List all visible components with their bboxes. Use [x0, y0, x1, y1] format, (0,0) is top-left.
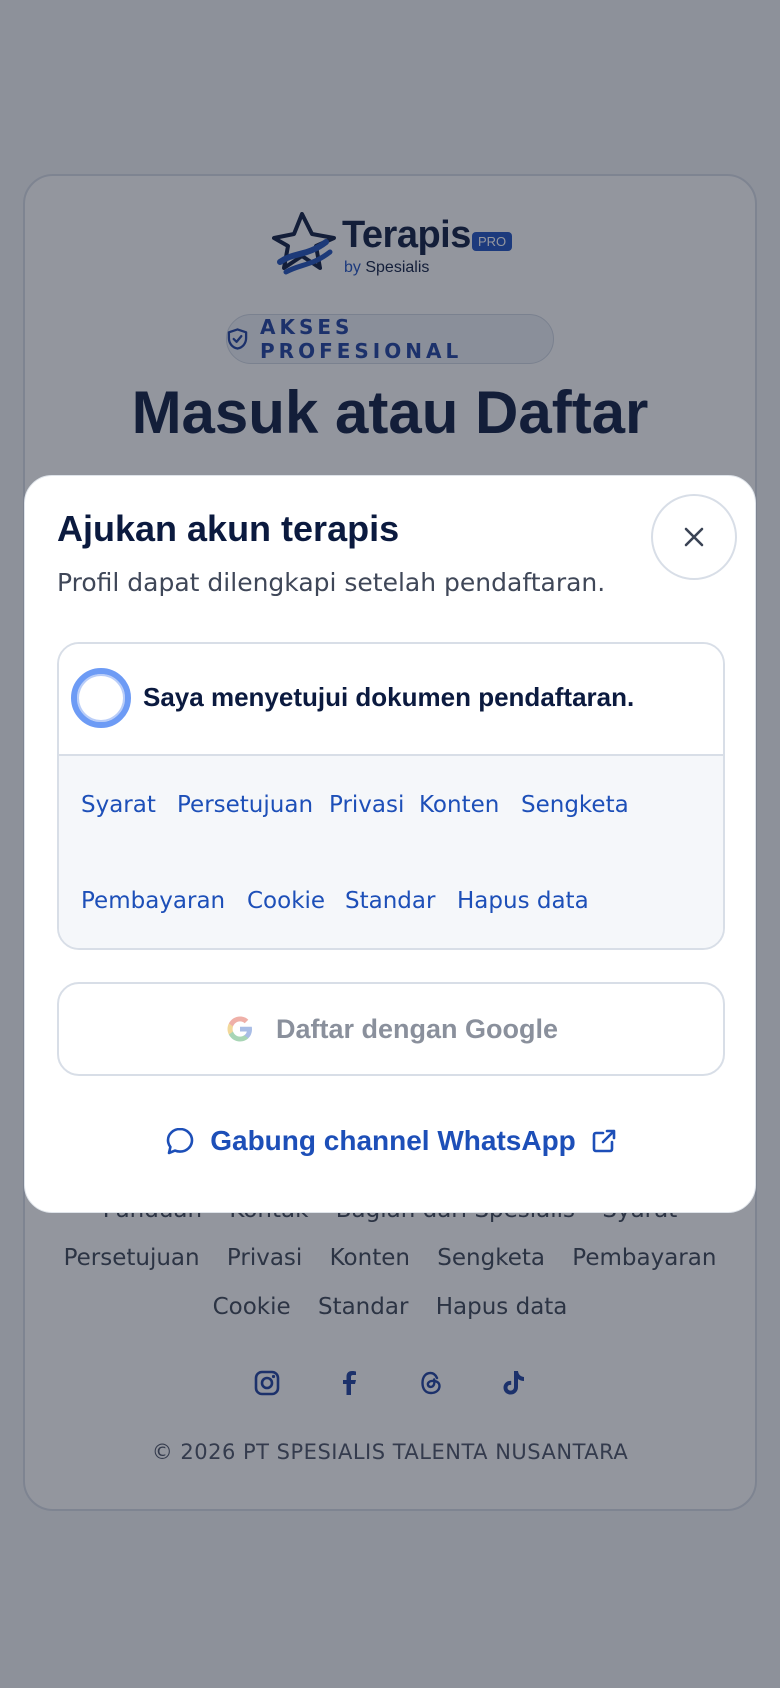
- consent-checkbox-row[interactable]: Saya menyetujui dokumen pendaftaran.: [59, 644, 723, 756]
- document-link-hapus-data[interactable]: Hapus data: [457, 888, 589, 914]
- close-button[interactable]: [651, 494, 737, 580]
- consent-checkbox[interactable]: [71, 668, 131, 728]
- google-icon: [227, 1016, 252, 1042]
- document-link-pembayaran[interactable]: Pembayaran: [81, 888, 225, 914]
- whatsapp-channel-label: Gabung channel WhatsApp: [210, 1125, 576, 1156]
- consent-label[interactable]: Saya menyetujui dokumen pendaftaran.: [143, 682, 634, 713]
- close-icon: [684, 527, 704, 547]
- chat-bubble-icon: [166, 1127, 194, 1155]
- document-link-syarat[interactable]: Syarat: [81, 792, 156, 818]
- document-link-cookie[interactable]: Cookie: [247, 888, 325, 914]
- google-signup-button[interactable]: Daftar dengan Google: [57, 982, 725, 1076]
- document-link-standar[interactable]: Standar: [345, 888, 435, 914]
- modal-title: Ajukan akun terapis: [57, 508, 400, 549]
- consent-box: Saya menyetujui dokumen pendaftaran. Sya…: [57, 642, 725, 950]
- google-signup-label: Daftar dengan Google: [275, 1013, 559, 1044]
- document-link-sengketa[interactable]: Sengketa: [521, 792, 629, 818]
- document-link-persetujuan[interactable]: Persetujuan: [177, 792, 313, 818]
- whatsapp-channel-link[interactable]: Gabung channel WhatsApp: [25, 1116, 757, 1166]
- document-links: Syarat Persetujuan Privasi Konten Sengke…: [59, 756, 723, 948]
- document-link-konten[interactable]: Konten: [419, 792, 499, 818]
- external-link-icon: [592, 1129, 616, 1153]
- document-link-privasi[interactable]: Privasi: [329, 792, 404, 818]
- register-therapist-modal: Ajukan akun terapis Profil dapat dilengk…: [24, 475, 756, 1213]
- modal-subtitle: Profil dapat dilengkapi setelah pendafta…: [57, 568, 606, 597]
